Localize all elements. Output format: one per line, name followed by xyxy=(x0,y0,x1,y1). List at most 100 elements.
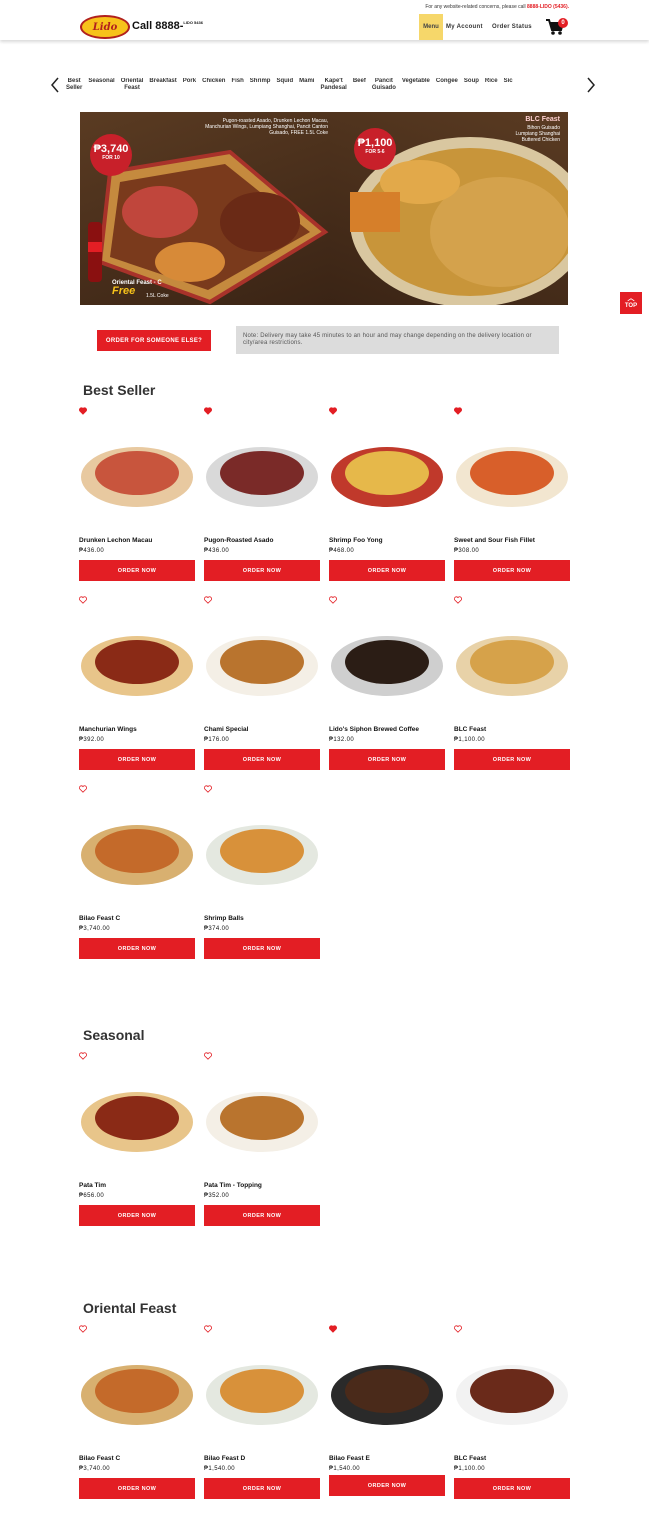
heart-icon[interactable] xyxy=(454,1325,462,1333)
order-now-button[interactable]: ORDER NOW xyxy=(79,1478,195,1499)
support-phone[interactable]: 8888-LIDO (5436). xyxy=(527,4,569,10)
product-image[interactable] xyxy=(204,1072,321,1162)
category-item[interactable]: Oriental Feast xyxy=(121,78,144,94)
product-image[interactable] xyxy=(79,1072,196,1162)
product-image[interactable] xyxy=(329,616,446,706)
product-image[interactable] xyxy=(204,616,321,706)
section-title: Best Seller xyxy=(83,382,156,398)
order-now-button[interactable]: ORDER NOW xyxy=(204,1205,320,1226)
category-item[interactable]: Best Seller xyxy=(66,78,82,94)
back-to-top-button[interactable]: ︿ TOP xyxy=(620,292,642,314)
category-item[interactable]: Soup xyxy=(464,78,479,94)
heart-icon[interactable] xyxy=(79,596,87,604)
product-image[interactable] xyxy=(79,427,196,517)
heart-icon[interactable] xyxy=(79,407,87,415)
product-name[interactable]: Pugon-Roasted Asado xyxy=(204,537,273,544)
product-price: ₱468.00 xyxy=(329,548,355,554)
product-name[interactable]: Chami Special xyxy=(204,726,248,733)
category-item[interactable]: Rice xyxy=(485,78,498,94)
order-now-button[interactable]: ORDER NOW xyxy=(329,749,445,770)
heart-icon[interactable] xyxy=(454,407,462,415)
product-name[interactable]: Shrimp Balls xyxy=(204,915,244,922)
product-image[interactable] xyxy=(79,1345,196,1435)
banner-right-serving: FOR 5-6 xyxy=(365,149,385,155)
lido-logo[interactable]: Lido xyxy=(80,15,130,39)
order-for-someone-button[interactable]: ORDER FOR SOMEONE ELSE? xyxy=(97,330,211,351)
heart-icon[interactable] xyxy=(79,1052,87,1060)
product-image[interactable] xyxy=(204,1345,321,1435)
product-image[interactable] xyxy=(79,805,196,895)
product-name[interactable]: Pata Tim xyxy=(79,1182,106,1189)
heart-icon[interactable] xyxy=(79,785,87,793)
nav-menu[interactable]: Menu xyxy=(419,14,443,40)
product-price: ₱374.00 xyxy=(204,926,230,932)
product-name[interactable]: BLC Feast xyxy=(454,1455,486,1462)
heart-icon[interactable] xyxy=(204,596,212,604)
category-item[interactable]: Fish xyxy=(231,78,243,94)
order-now-button[interactable]: ORDER NOW xyxy=(204,749,320,770)
order-now-button[interactable]: ORDER NOW xyxy=(79,749,195,770)
category-item[interactable]: Squid xyxy=(276,78,293,94)
order-now-button[interactable]: ORDER NOW xyxy=(454,749,570,770)
banner-left-free: Free xyxy=(112,285,136,297)
category-item[interactable]: Breakfast xyxy=(149,78,176,94)
product-image[interactable] xyxy=(329,1345,446,1435)
product-image[interactable] xyxy=(79,616,196,706)
order-now-button[interactable]: ORDER NOW xyxy=(454,1478,570,1499)
category-item[interactable]: Pancit Guisado xyxy=(372,78,396,94)
order-now-button[interactable]: ORDER NOW xyxy=(204,560,320,581)
product-image[interactable] xyxy=(204,427,321,517)
product-image[interactable] xyxy=(454,1345,571,1435)
category-item[interactable]: Sic xyxy=(504,78,513,94)
order-now-button[interactable]: ORDER NOW xyxy=(79,1205,195,1226)
heart-icon[interactable] xyxy=(329,596,337,604)
order-now-button[interactable]: ORDER NOW xyxy=(329,560,445,581)
category-item[interactable]: Beef xyxy=(353,78,366,94)
product-name[interactable]: BLC Feast xyxy=(454,726,486,733)
heart-icon[interactable] xyxy=(329,1325,337,1333)
product-name[interactable]: Bilao Feast C xyxy=(79,1455,120,1462)
heart-icon[interactable] xyxy=(79,1325,87,1333)
category-item[interactable]: Chicken xyxy=(202,78,225,94)
product-name[interactable]: Bilao Feast C xyxy=(79,915,120,922)
nav-my-account[interactable]: My Account xyxy=(446,24,483,30)
product-name[interactable]: Drunken Lechon Macau xyxy=(79,537,152,544)
product-image[interactable] xyxy=(454,427,571,517)
product-name[interactable]: Sweet and Sour Fish Fillet xyxy=(454,537,535,544)
product-image[interactable] xyxy=(204,805,321,895)
product-name[interactable]: Lido's Siphon Brewed Coffee xyxy=(329,726,419,733)
order-now-button[interactable]: ORDER NOW xyxy=(204,938,320,959)
category-item[interactable]: Kape't Pandesal xyxy=(320,78,346,94)
heart-icon[interactable] xyxy=(204,1052,212,1060)
category-item[interactable]: Mami xyxy=(299,78,314,94)
order-now-button[interactable]: ORDER NOW xyxy=(79,560,195,581)
nav-order-status[interactable]: Order Status xyxy=(492,24,532,30)
order-now-button[interactable]: ORDER NOW xyxy=(329,1475,445,1496)
heart-icon[interactable] xyxy=(329,407,337,415)
category-item[interactable]: Congee xyxy=(436,78,458,94)
category-item[interactable]: Shrimp xyxy=(250,78,271,94)
order-now-button[interactable]: ORDER NOW xyxy=(454,560,570,581)
category-item[interactable]: Vegetable xyxy=(402,78,430,94)
heart-icon[interactable] xyxy=(204,1325,212,1333)
product-name[interactable]: Pata Tim - Topping xyxy=(204,1182,262,1189)
category-item[interactable]: Pork xyxy=(183,78,196,94)
support-note-text: For any website-related concerns, please… xyxy=(425,4,526,10)
chevron-left-icon[interactable] xyxy=(50,77,60,93)
banner-left-serving: FOR 10 xyxy=(102,155,120,161)
product-name[interactable]: Bilao Feast E xyxy=(329,1455,370,1462)
category-item[interactable]: Seasonal xyxy=(88,78,114,94)
heart-icon[interactable] xyxy=(204,407,212,415)
product-card: Pugon-Roasted Asado ₱436.00 ORDER NOW xyxy=(204,407,321,581)
order-now-button[interactable]: ORDER NOW xyxy=(79,938,195,959)
heart-icon[interactable] xyxy=(204,785,212,793)
product-image[interactable] xyxy=(329,427,446,517)
product-name[interactable]: Bilao Feast D xyxy=(204,1455,245,1462)
product-image[interactable] xyxy=(454,616,571,706)
product-name[interactable]: Manchurian Wings xyxy=(79,726,137,733)
product-name[interactable]: Shrimp Foo Yong xyxy=(329,537,383,544)
heart-icon[interactable] xyxy=(454,596,462,604)
promo-banner[interactable]: ₱3,740 FOR 10 Pugon-roasted Asado, Drunk… xyxy=(80,112,568,305)
order-now-button[interactable]: ORDER NOW xyxy=(204,1478,320,1499)
chevron-right-icon[interactable] xyxy=(586,77,596,93)
